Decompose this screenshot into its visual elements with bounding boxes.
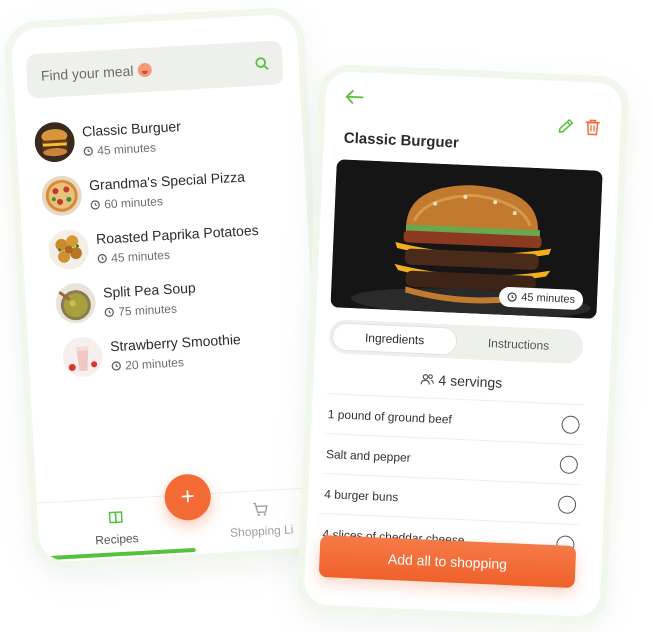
recipe-detail-screen: Classic Burguer 45 minutes Ingredients I… — [303, 70, 623, 618]
nav-shopping-list[interactable]: Shopping Li — [215, 499, 307, 543]
drooling-face-icon — [137, 62, 152, 78]
clock-icon — [90, 199, 100, 210]
meal-time: 45 minutes — [97, 242, 260, 265]
meal-name: Strawberry Smoothie — [109, 330, 242, 354]
nav-shopping-label: Shopping Li — [229, 522, 294, 540]
clock-icon — [83, 146, 93, 156]
search-icon[interactable] — [254, 56, 269, 71]
meal-time: 60 minutes — [90, 189, 247, 212]
recipe-photo: 45 minutes — [330, 159, 603, 319]
recipe-list-screen: Find your meal Classic Burguer 45 minute… — [10, 13, 326, 563]
recipe-list-phone: Find your meal Classic Burguer 45 minute… — [2, 6, 334, 570]
burger-thumb — [34, 121, 76, 163]
tab-ingredients[interactable]: Ingredients — [331, 322, 458, 356]
soup-thumb — [55, 282, 97, 324]
meal-name: Classic Burguer — [81, 117, 182, 140]
servings-count: 4 servings — [313, 367, 609, 396]
cook-time-badge: 45 minutes — [498, 286, 584, 311]
clock-icon — [111, 360, 121, 371]
back-arrow-icon[interactable] — [345, 90, 364, 105]
tab-instructions[interactable]: Instructions — [456, 328, 580, 361]
nav-recipes[interactable]: Recipes — [87, 508, 145, 550]
pizza-thumb — [41, 175, 83, 217]
meal-time: 20 minutes — [111, 352, 242, 373]
meal-list: Classic Burguer 45 minutes Grandma's Spe… — [33, 102, 308, 386]
clock-icon — [97, 253, 107, 263]
recipe-title: Classic Burguer — [343, 129, 460, 152]
nav-recipes-label: Recipes — [94, 531, 139, 548]
potatoes-thumb — [48, 228, 90, 270]
meal-time: 75 minutes — [104, 300, 197, 319]
search-placeholder: Find your meal — [40, 62, 134, 84]
ingredient-label: 1 pound of ground beef — [327, 406, 453, 427]
meal-name: Split Pea Soup — [102, 278, 197, 301]
trash-icon[interactable] — [584, 118, 601, 137]
recipe-detail-phone: Classic Burguer 45 minutes Ingredients I… — [296, 63, 630, 625]
meal-name: Grandma's Special Pizza — [88, 168, 246, 193]
search-bar[interactable]: Find your meal — [25, 40, 284, 99]
clock-icon — [104, 307, 114, 317]
ingredient-checkbox[interactable] — [561, 414, 580, 434]
search-input[interactable]: Find your meal — [41, 56, 256, 84]
ingredient-checkbox[interactable] — [557, 494, 577, 514]
cart-icon — [253, 502, 268, 516]
book-icon — [108, 511, 123, 524]
meal-name: Roasted Paprika Potatoes — [95, 221, 259, 247]
meal-time: 45 minutes — [83, 139, 182, 158]
ingredient-label: 4 burger buns — [324, 486, 399, 504]
ingredient-label: Salt and pepper — [325, 446, 412, 465]
active-tab-indicator — [45, 547, 196, 561]
smoothie-thumb — [62, 336, 104, 378]
ingredient-checkbox[interactable] — [559, 454, 579, 474]
clock-icon — [507, 292, 517, 302]
people-icon — [420, 374, 434, 385]
edit-pencil-icon[interactable] — [556, 117, 575, 136]
recipe-tabs: Ingredients Instructions — [328, 319, 584, 365]
